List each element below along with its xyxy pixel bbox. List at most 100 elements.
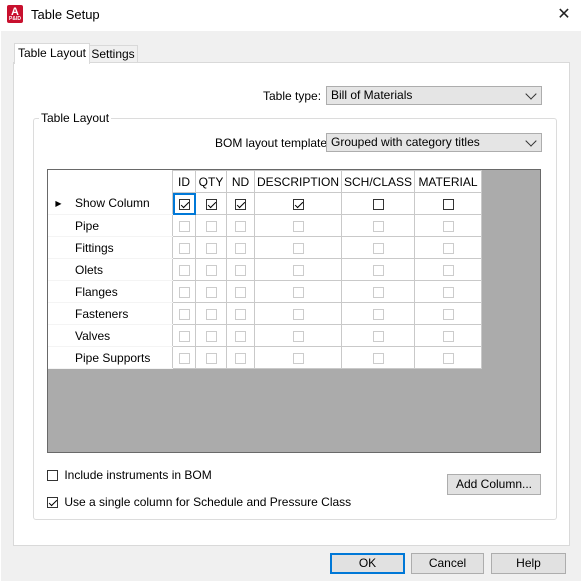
grid-cell[interactable] bbox=[195, 192, 227, 215]
grid-cell[interactable] bbox=[195, 302, 227, 325]
grid-cell[interactable] bbox=[341, 280, 415, 303]
grid-cell[interactable] bbox=[341, 214, 415, 237]
grid-cell[interactable] bbox=[414, 258, 482, 281]
column-header[interactable]: ID bbox=[172, 170, 196, 193]
cell-checkbox[interactable] bbox=[292, 198, 304, 210]
table-row[interactable]: Pipe Supports bbox=[48, 346, 482, 369]
app-icon: A P&ID bbox=[7, 5, 23, 23]
grid-cell[interactable] bbox=[172, 214, 196, 237]
tab-table-layout[interactable]: Table Layout bbox=[14, 43, 90, 64]
grid-cell[interactable] bbox=[254, 214, 342, 237]
grid-cell[interactable] bbox=[172, 324, 196, 347]
grid-cell[interactable] bbox=[172, 258, 196, 281]
cell-checkbox bbox=[235, 286, 246, 298]
row-indicator bbox=[48, 214, 69, 237]
grid-cell[interactable] bbox=[414, 302, 482, 325]
include-instruments-option[interactable]: Include instruments in BOM bbox=[47, 468, 212, 482]
table-row[interactable]: ▶ Show Column bbox=[48, 192, 482, 215]
grid-cell[interactable] bbox=[195, 324, 227, 347]
grid-cell[interactable] bbox=[226, 236, 255, 259]
table-row[interactable]: Flanges bbox=[48, 280, 482, 303]
row-name: Fittings bbox=[69, 236, 173, 259]
grid-cell[interactable] bbox=[254, 346, 342, 369]
cell-checkbox bbox=[205, 242, 217, 254]
grid-cell[interactable] bbox=[414, 214, 482, 237]
grid-cell[interactable] bbox=[414, 280, 482, 303]
bom-template-select[interactable]: Grouped with category titles bbox=[326, 133, 542, 152]
column-header[interactable]: MATERIAL bbox=[414, 170, 482, 193]
grid-cell[interactable] bbox=[341, 258, 415, 281]
grid-cell[interactable] bbox=[226, 324, 255, 347]
grid-cell[interactable] bbox=[341, 302, 415, 325]
grid-cell[interactable] bbox=[341, 236, 415, 259]
cell-checkbox[interactable] bbox=[235, 198, 246, 210]
grid-cell[interactable] bbox=[195, 236, 227, 259]
grid-cell[interactable] bbox=[254, 280, 342, 303]
cell-checkbox bbox=[292, 308, 304, 320]
grid-cell[interactable] bbox=[226, 280, 255, 303]
cell-checkbox[interactable] bbox=[205, 198, 217, 210]
grid-cell[interactable] bbox=[254, 302, 342, 325]
table-row[interactable]: Pipe bbox=[48, 214, 482, 237]
help-button[interactable]: Help bbox=[491, 553, 566, 574]
table-row[interactable]: Fittings bbox=[48, 236, 482, 259]
grid-cell[interactable] bbox=[254, 236, 342, 259]
grid-cell[interactable] bbox=[172, 192, 196, 215]
bom-grid-table: ID QTY ND DESCRIPTION SCH/CLASS MATERIAL… bbox=[48, 170, 482, 369]
cell-checkbox bbox=[178, 264, 190, 276]
grid-cell[interactable] bbox=[414, 346, 482, 369]
cell-checkbox bbox=[292, 242, 304, 254]
cell-checkbox[interactable] bbox=[178, 198, 190, 210]
cell-checkbox bbox=[178, 220, 190, 232]
include-instruments-checkbox[interactable] bbox=[47, 470, 58, 482]
grid-cell[interactable] bbox=[195, 258, 227, 281]
grid-cell[interactable] bbox=[172, 302, 196, 325]
grid-cell[interactable] bbox=[414, 324, 482, 347]
single-column-option[interactable]: Use a single column for Schedule and Pre… bbox=[47, 495, 351, 509]
cell-checkbox bbox=[292, 330, 304, 342]
grid-cell[interactable] bbox=[172, 346, 196, 369]
row-indicator bbox=[48, 346, 69, 369]
column-header[interactable]: SCH/CLASS bbox=[341, 170, 415, 193]
cancel-button[interactable]: Cancel bbox=[411, 553, 484, 574]
grid-cell[interactable] bbox=[254, 192, 342, 215]
close-icon[interactable]: ✕ bbox=[550, 2, 578, 28]
ok-button[interactable]: OK bbox=[330, 553, 405, 574]
table-row[interactable]: Valves bbox=[48, 324, 482, 347]
grid-cell[interactable] bbox=[195, 346, 227, 369]
add-column-button[interactable]: Add Column... bbox=[447, 474, 541, 495]
row-indicator bbox=[48, 236, 69, 259]
cell-checkbox[interactable] bbox=[442, 198, 454, 210]
grid-cell[interactable] bbox=[414, 192, 482, 215]
grid-cell[interactable] bbox=[195, 280, 227, 303]
grid-cell[interactable] bbox=[226, 214, 255, 237]
table-type-select[interactable]: Bill of Materials bbox=[326, 86, 542, 105]
single-column-checkbox[interactable] bbox=[47, 497, 58, 509]
grid-cell[interactable] bbox=[195, 214, 227, 237]
column-header[interactable]: ND bbox=[226, 170, 255, 193]
grid-cell[interactable] bbox=[226, 192, 255, 215]
grid-cell[interactable] bbox=[254, 324, 342, 347]
bom-grid[interactable]: ID QTY ND DESCRIPTION SCH/CLASS MATERIAL… bbox=[47, 169, 541, 453]
grid-cell[interactable] bbox=[226, 302, 255, 325]
table-row[interactable]: Fasteners bbox=[48, 302, 482, 325]
include-instruments-label: Include instruments in BOM bbox=[64, 468, 212, 482]
grid-cell[interactable] bbox=[254, 258, 342, 281]
column-header[interactable]: DESCRIPTION bbox=[254, 170, 342, 193]
grid-cell[interactable] bbox=[172, 280, 196, 303]
grid-cell[interactable] bbox=[341, 324, 415, 347]
grid-corner bbox=[48, 170, 69, 193]
grid-cell[interactable] bbox=[172, 236, 196, 259]
cell-checkbox[interactable] bbox=[372, 198, 384, 210]
row-indicator bbox=[48, 302, 69, 325]
grid-cell[interactable] bbox=[341, 192, 415, 215]
column-header[interactable]: QTY bbox=[195, 170, 227, 193]
grid-cell[interactable] bbox=[341, 346, 415, 369]
cell-checkbox bbox=[178, 242, 190, 254]
table-row[interactable]: Olets bbox=[48, 258, 482, 281]
single-column-label: Use a single column for Schedule and Pre… bbox=[64, 495, 352, 509]
grid-cell[interactable] bbox=[414, 236, 482, 259]
cell-checkbox bbox=[292, 352, 304, 364]
grid-cell[interactable] bbox=[226, 346, 255, 369]
grid-cell[interactable] bbox=[226, 258, 255, 281]
